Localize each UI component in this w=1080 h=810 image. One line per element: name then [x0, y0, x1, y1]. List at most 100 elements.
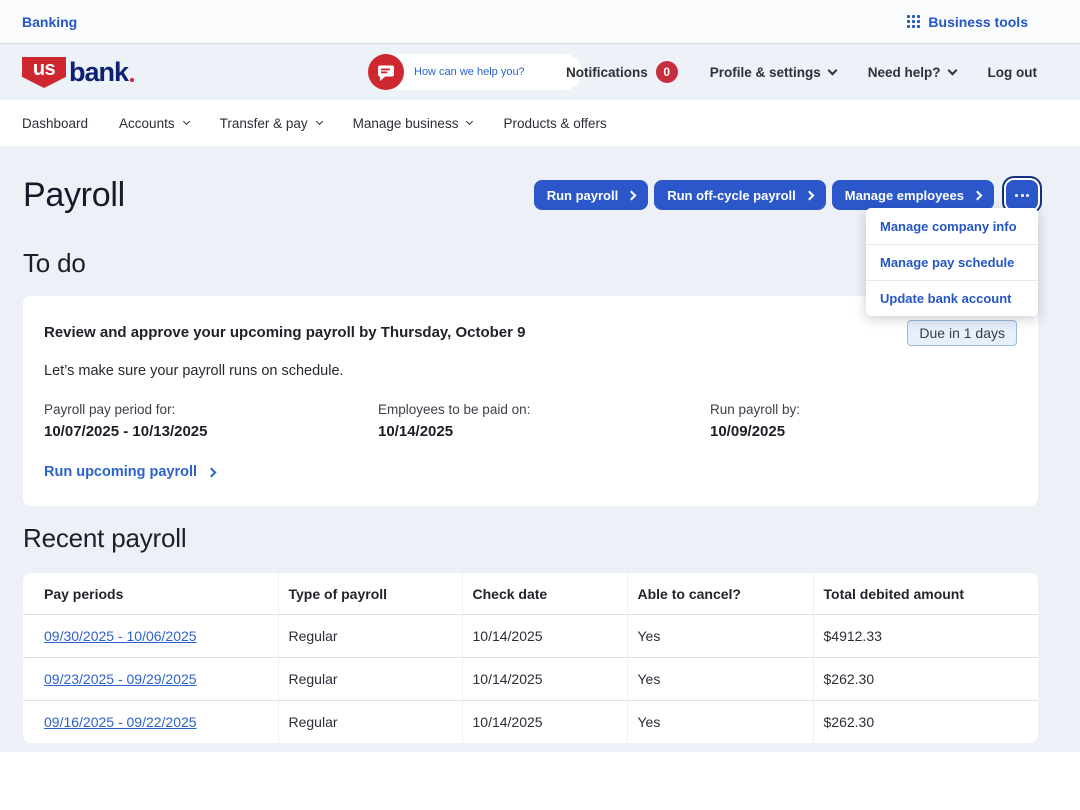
cell-amount: $4912.33 [813, 615, 1038, 658]
chat-bubble-icon [368, 54, 404, 90]
utility-bar: Banking Business tools [0, 0, 1080, 44]
run-payroll-button[interactable]: Run payroll [534, 180, 649, 210]
nav-products-offers-label: Products & offers [503, 116, 606, 131]
banking-link[interactable]: Banking [22, 14, 77, 30]
apps-grid-icon [907, 15, 920, 28]
more-options-button[interactable] [1006, 180, 1038, 210]
footer-spacer [0, 752, 1080, 810]
todo-card-title: Review and approve your upcoming payroll… [44, 320, 526, 341]
business-tools-button[interactable]: Business tools [907, 14, 1028, 30]
nav-products-offers[interactable]: Products & offers [503, 116, 606, 131]
header: us bank How can we help you? Notificatio… [0, 44, 1080, 100]
cell-cancel: Yes [627, 615, 813, 658]
col-pay-periods: Pay periods [23, 573, 278, 615]
table-row: 09/30/2025 - 10/06/2025 Regular 10/14/20… [23, 615, 1038, 658]
chevron-down-icon [947, 65, 957, 75]
recent-payroll-table-card: Pay periods Type of payroll Check date A… [23, 573, 1038, 743]
run-off-cycle-payroll-button[interactable]: Run off-cycle payroll [654, 180, 826, 210]
run-payroll-label: Run payroll [547, 188, 619, 203]
nav-dashboard-label: Dashboard [22, 116, 88, 131]
need-help-label: Need help? [868, 65, 941, 80]
recent-payroll-heading: Recent payroll [23, 523, 1038, 554]
cell-check-date: 10/14/2025 [462, 615, 627, 658]
usbank-shield-icon: us [22, 57, 66, 88]
main-nav: Dashboard Accounts Transfer & pay Manage… [0, 100, 1080, 146]
help-search-label: How can we help you? [414, 66, 525, 78]
field-pay-period-value: 10/07/2025 - 10/13/2025 [44, 423, 378, 440]
menu-update-bank-account[interactable]: Update bank account [866, 280, 1038, 316]
table-row: 09/16/2025 - 09/22/2025 Regular 10/14/20… [23, 701, 1038, 744]
notifications-button[interactable]: Notifications 0 [566, 61, 678, 83]
run-upcoming-payroll-link[interactable]: Run upcoming payroll [44, 464, 215, 480]
chevron-right-icon [627, 190, 637, 200]
usbank-wordmark: bank [69, 57, 128, 88]
notifications-count-badge: 0 [656, 61, 678, 83]
notifications-label: Notifications [566, 65, 648, 80]
field-paid-on-label: Employees to be paid on: [378, 402, 710, 417]
log-out-button[interactable]: Log out [988, 65, 1037, 80]
nav-manage-business-label: Manage business [353, 116, 459, 131]
header-right-group: Notifications 0 Profile & settings Need … [566, 44, 1037, 100]
todo-card: Review and approve your upcoming payroll… [23, 296, 1038, 506]
cell-check-date: 10/14/2025 [462, 701, 627, 744]
nav-accounts[interactable]: Accounts [119, 116, 189, 131]
col-check-date: Check date [462, 573, 627, 615]
nav-manage-business[interactable]: Manage business [353, 116, 473, 131]
pay-period-link[interactable]: 09/30/2025 - 10/06/2025 [44, 628, 197, 644]
chevron-down-icon [183, 117, 190, 124]
field-run-by-label: Run payroll by: [710, 402, 1017, 417]
log-out-label: Log out [988, 65, 1037, 80]
recent-payroll-table: Pay periods Type of payroll Check date A… [23, 573, 1038, 743]
usbank-logo-dot [130, 78, 134, 82]
col-able-to-cancel: Able to cancel? [627, 573, 813, 615]
cell-check-date: 10/14/2025 [462, 658, 627, 701]
nav-transfer-pay[interactable]: Transfer & pay [220, 116, 322, 131]
page-title: Payroll [23, 176, 125, 215]
run-upcoming-payroll-label: Run upcoming payroll [44, 464, 197, 480]
cell-type: Regular [278, 701, 462, 744]
pay-period-link[interactable]: 09/16/2025 - 09/22/2025 [44, 714, 197, 730]
field-pay-period: Payroll pay period for: 10/07/2025 - 10/… [44, 402, 378, 440]
profile-settings-menu[interactable]: Profile & settings [710, 65, 836, 80]
chevron-down-icon [316, 117, 323, 124]
cell-cancel: Yes [627, 658, 813, 701]
field-pay-period-label: Payroll pay period for: [44, 402, 378, 417]
need-help-menu[interactable]: Need help? [868, 65, 956, 80]
cell-type: Regular [278, 615, 462, 658]
help-search-bar[interactable]: How can we help you? [368, 54, 582, 90]
chevron-right-icon [973, 190, 983, 200]
cell-type: Regular [278, 658, 462, 701]
col-type: Type of payroll [278, 573, 462, 615]
pay-period-link[interactable]: 09/23/2025 - 09/29/2025 [44, 671, 197, 687]
col-total-debited: Total debited amount [813, 573, 1038, 615]
field-paid-on-value: 10/14/2025 [378, 423, 710, 440]
menu-manage-pay-schedule[interactable]: Manage pay schedule [866, 244, 1038, 280]
run-off-cycle-payroll-label: Run off-cycle payroll [667, 188, 796, 203]
page-actions: Run payroll Run off-cycle payroll Manage… [534, 180, 1038, 210]
chevron-right-icon [207, 467, 217, 477]
usbank-logo[interactable]: us bank [22, 57, 134, 88]
manage-employees-button[interactable]: Manage employees [832, 180, 994, 210]
nav-transfer-pay-label: Transfer & pay [220, 116, 308, 131]
more-options-menu: Manage company info Manage pay schedule … [866, 208, 1038, 316]
cell-amount: $262.30 [813, 658, 1038, 701]
chevron-right-icon [804, 190, 814, 200]
field-run-by: Run payroll by: 10/09/2025 [710, 402, 1017, 440]
profile-settings-label: Profile & settings [710, 65, 821, 80]
chevron-down-icon [466, 117, 473, 124]
nav-accounts-label: Accounts [119, 116, 175, 131]
payroll-fields: Payroll pay period for: 10/07/2025 - 10/… [44, 402, 1017, 440]
table-header-row: Pay periods Type of payroll Check date A… [23, 573, 1038, 615]
table-row: 09/23/2025 - 09/29/2025 Regular 10/14/20… [23, 658, 1038, 701]
field-paid-on: Employees to be paid on: 10/14/2025 [378, 402, 710, 440]
nav-dashboard[interactable]: Dashboard [22, 116, 88, 131]
chevron-down-icon [827, 65, 837, 75]
todo-card-subtitle: Let’s make sure your payroll runs on sch… [44, 363, 1017, 379]
page-content: Payroll Run payroll Run off-cycle payrol… [0, 146, 1080, 752]
cell-cancel: Yes [627, 701, 813, 744]
manage-employees-label: Manage employees [845, 188, 964, 203]
due-badge: Due in 1 days [907, 320, 1017, 346]
business-tools-label: Business tools [928, 14, 1028, 30]
menu-manage-company-info[interactable]: Manage company info [866, 208, 1038, 244]
cell-amount: $262.30 [813, 701, 1038, 744]
